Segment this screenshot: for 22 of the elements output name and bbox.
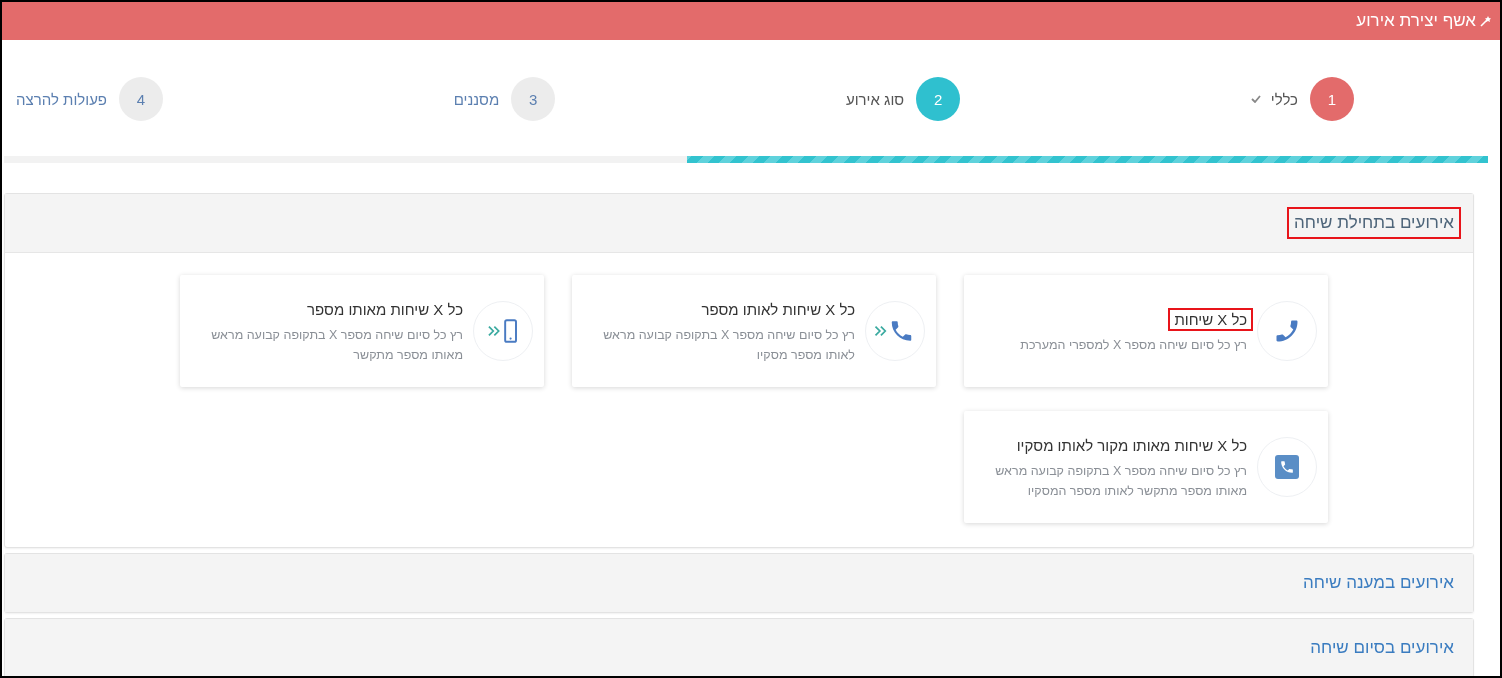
card-title: כל X שיחות לאותו מספר — [700, 299, 856, 320]
card-description: רץ כל סיום שיחה מספר X למספרי המערכת — [1020, 336, 1247, 354]
event-type-card[interactable]: כל X שיחות רץ כל סיום שיחה מספר X למספרי המערכת — [964, 275, 1328, 387]
card-title: כל X שיחות מאותו מספר — [306, 299, 464, 320]
event-type-card[interactable]: כל X שיחות מאותו מקור לאותו מסקיו רץ כל סיום שיחה מספר X בתקופה קבועה מראש מאותו מספר מתקשר לאותו מספר המסקיו — [964, 411, 1328, 523]
panel-title: אירועים בתחילת שיחה — [1287, 207, 1461, 239]
panel-header[interactable]: אירועים במענה שיחה — [5, 554, 1473, 612]
wizard-title: אשף יצירת אירוע — [1356, 11, 1476, 31]
panel-title: אירועים בסיום שיחה — [1309, 637, 1455, 659]
event-type-card[interactable]: כל X שיחות מאותו מספר רץ כל סיום שיחה מספר X בתקופה קבועה מראש מאותו מספר מתקשר — [180, 275, 544, 387]
panel-title: אירועים במענה שיחה — [1302, 572, 1455, 594]
panel-header[interactable]: אירועים בסיום שיחה — [5, 619, 1473, 676]
card-description: רץ כל סיום שיחה מספר X בתקופה קבועה מראש לאותו מספר מסקיו — [602, 326, 855, 364]
card-description: רץ כל סיום שיחה מספר X בתקופה קבועה מראש מאותו מספר מתקשר לאותו מספר המסקיו — [994, 462, 1247, 500]
panel-header[interactable]: אירועים בתחילת שיחה — [5, 194, 1473, 252]
card-title: כל X שיחות — [1168, 307, 1253, 331]
magic-wand-icon — [1480, 15, 1492, 27]
check-icon — [1250, 95, 1261, 103]
phone-square-icon — [1275, 455, 1299, 479]
card-title: כל X שיחות מאותו מקור לאותו מסקיו — [1015, 435, 1248, 456]
card-description: רץ כל סיום שיחה מספר X בתקופה קבועה מראש מאותו מספר מתקשר — [210, 326, 463, 364]
event-type-card[interactable]: כל X שיחות לאותו מספר רץ כל סיום שיחה מספר X בתקופה קבועה מראש לאותו מספר מסקיו — [572, 275, 936, 387]
